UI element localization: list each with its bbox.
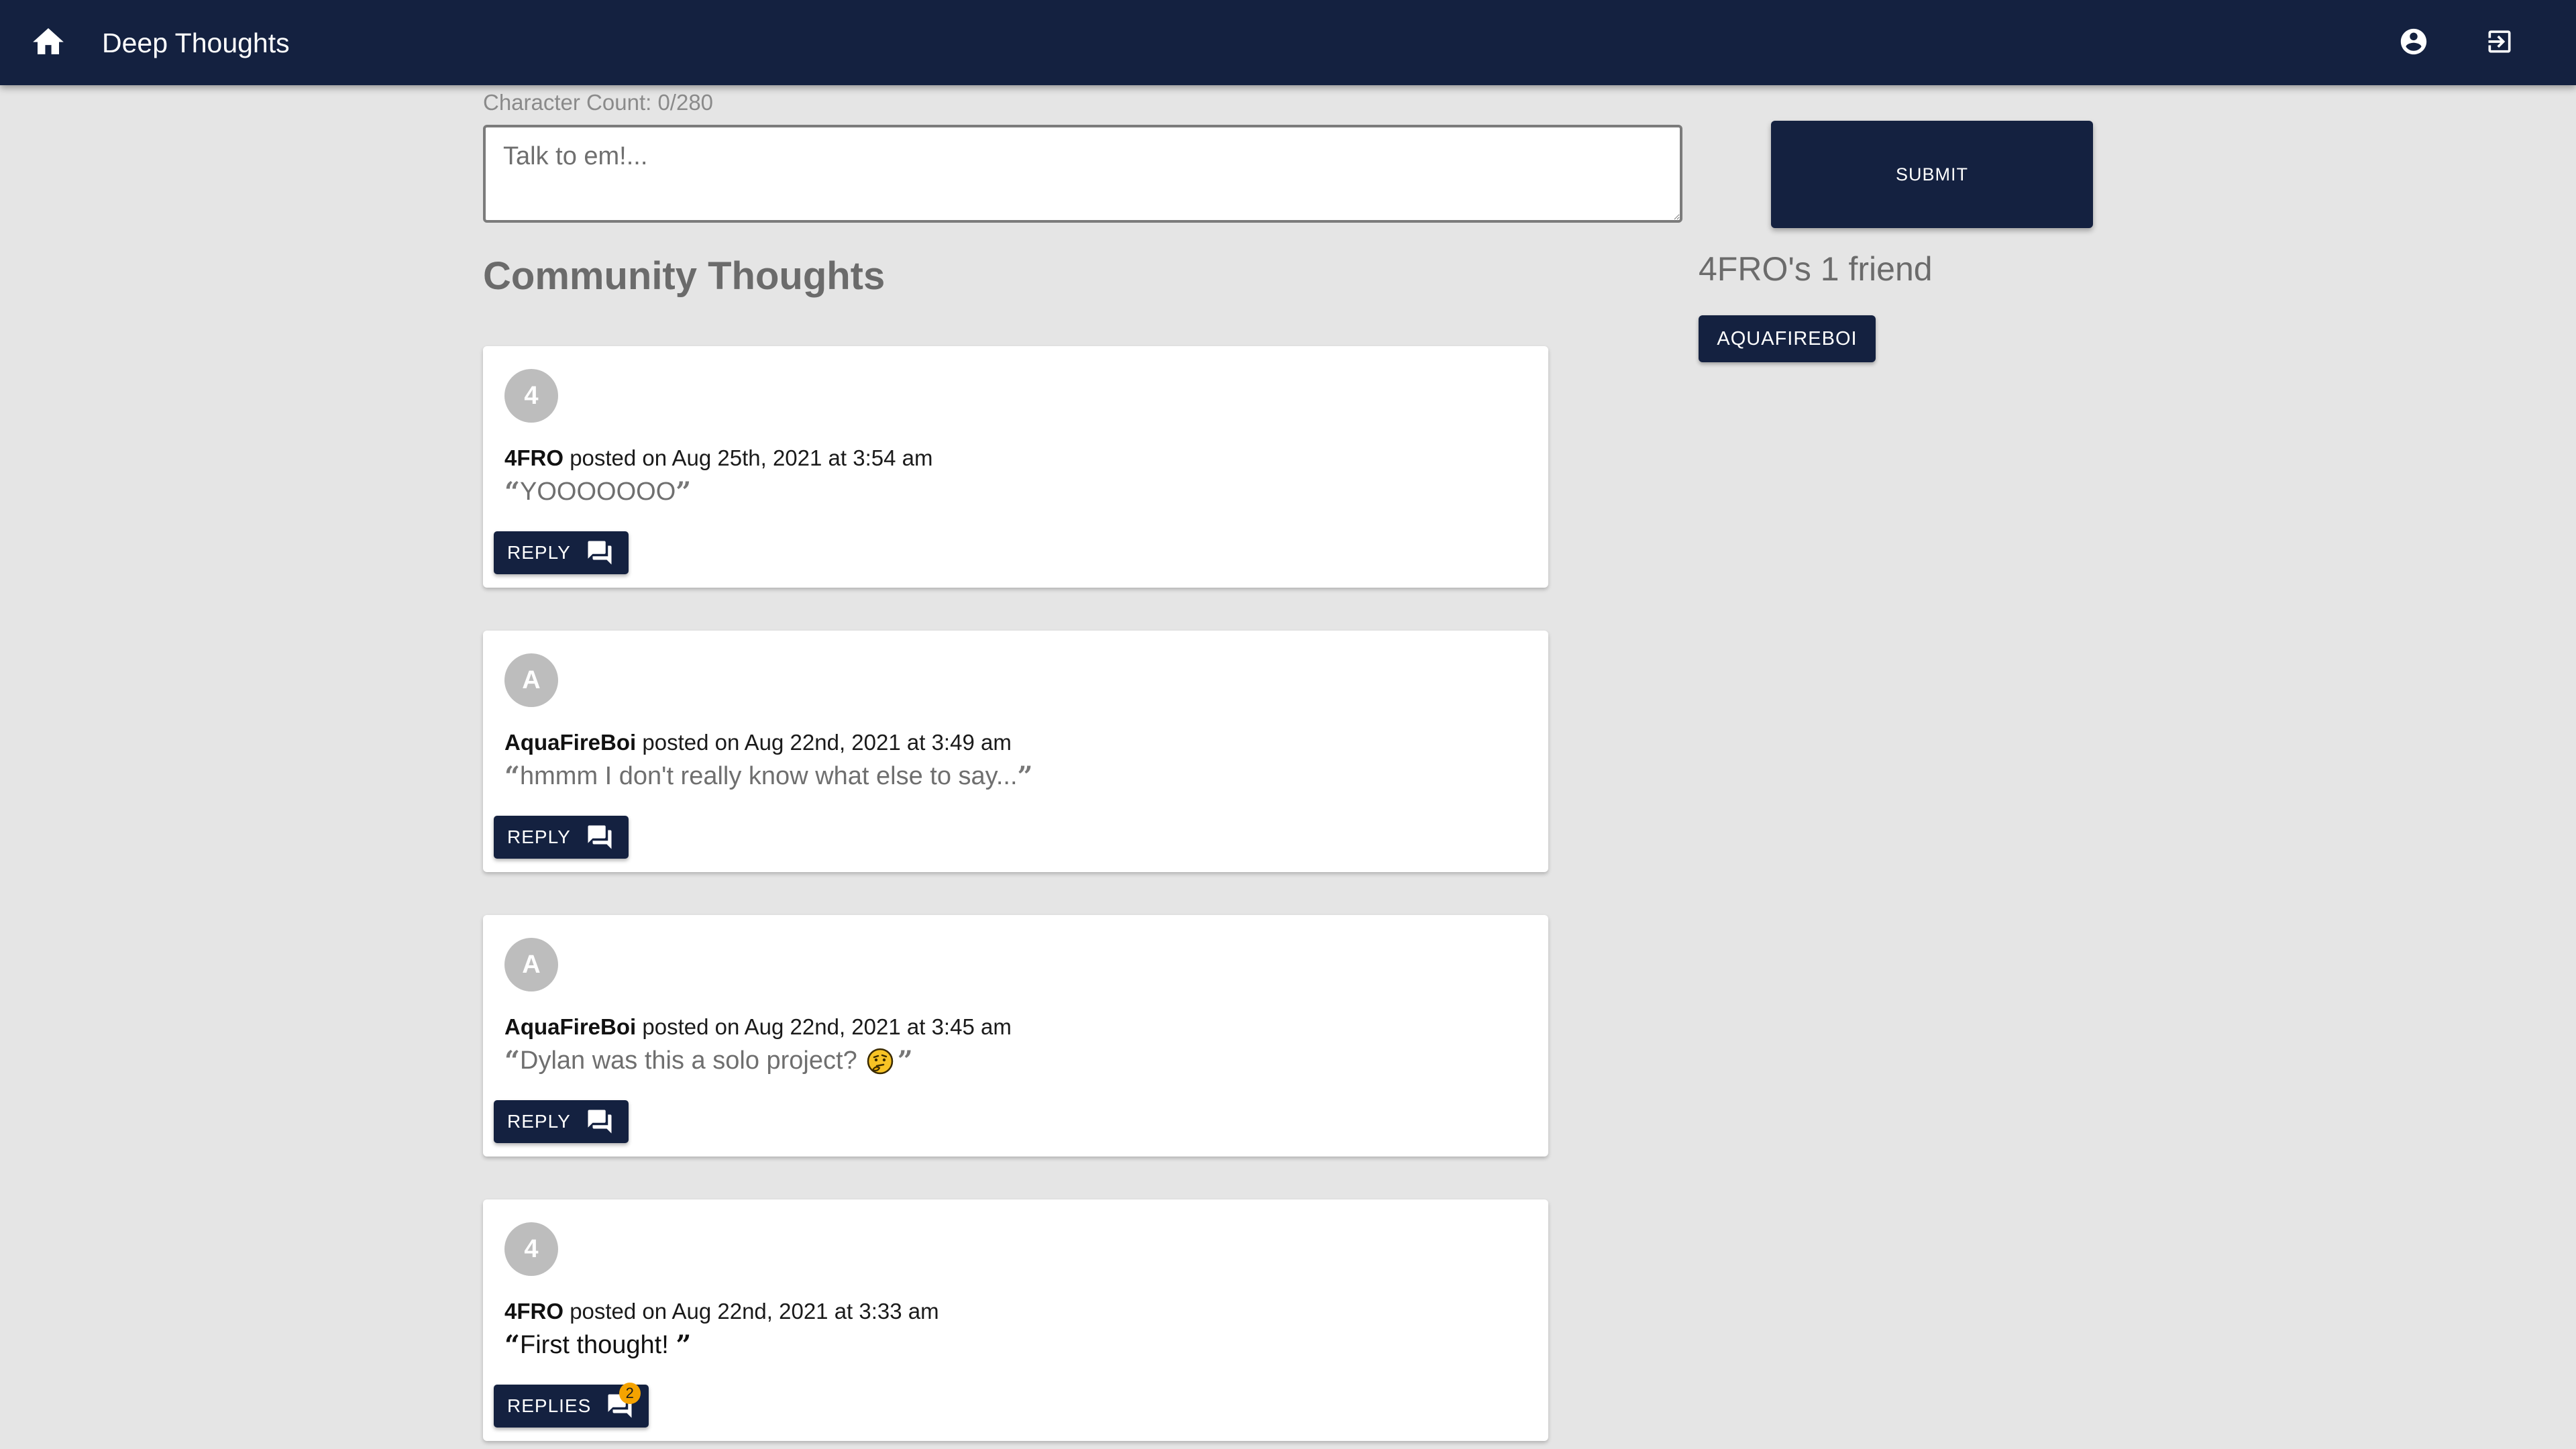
forum-icon-wrap (584, 822, 615, 853)
forum-icon (588, 541, 612, 565)
thought-meta: AquaFireBoi posted on Aug 22nd, 2021 at … (504, 730, 1012, 755)
reply-button-label: REPLY (507, 1111, 571, 1132)
thought-date: posted on Aug 22nd, 2021 at 3:45 am (642, 1014, 1012, 1039)
feed-title: Community Thoughts (483, 254, 885, 298)
account-circle-icon (2400, 28, 2427, 55)
thought-date: posted on Aug 22nd, 2021 at 3:49 am (642, 730, 1012, 755)
thought-author[interactable]: 4FRO (504, 445, 564, 470)
home-button[interactable] (30, 23, 67, 60)
reply-button[interactable]: REPLY (494, 531, 629, 574)
thought-author[interactable]: AquaFireBoi (504, 730, 636, 755)
forum-icon-wrap (584, 537, 615, 568)
open-quote-icon: “ (504, 1329, 521, 1361)
friends-title: 4FRO's 1 friend (1699, 250, 1933, 288)
friend-button-aquafireboi[interactable]: AQUAFIREBOI (1699, 315, 1876, 362)
forum-icon-wrap: 2 (604, 1383, 641, 1421)
reply-button[interactable]: REPLY (494, 816, 629, 859)
forum-icon (588, 825, 612, 849)
avatar: A (504, 653, 558, 707)
thought-date: posted on Aug 25th, 2021 at 3:54 am (570, 445, 933, 470)
thought-meta: AquaFireBoi posted on Aug 22nd, 2021 at … (504, 1014, 1012, 1040)
thought-card: A AquaFireBoi posted on Aug 22nd, 2021 a… (483, 915, 1548, 1157)
close-quote-icon: ” (1017, 760, 1033, 792)
thought-card: 4 4FRO posted on Aug 22nd, 2021 at 3:33 … (483, 1199, 1548, 1441)
thought-text: “ YOOOOOOO ” (504, 478, 691, 506)
thought-author[interactable]: AquaFireBoi (504, 1014, 636, 1039)
avatar: 4 (504, 369, 558, 423)
app-title[interactable]: Deep Thoughts (102, 24, 290, 62)
logout-icon (2488, 30, 2511, 53)
thinking-face-emoji (867, 1048, 893, 1074)
replies-button[interactable]: REPLIES 2 (494, 1383, 649, 1428)
thought-card: A AquaFireBoi posted on Aug 22nd, 2021 a… (483, 631, 1548, 872)
submit-button[interactable]: SUBMIT (1771, 121, 2093, 228)
thought-author[interactable]: 4FRO (504, 1299, 564, 1324)
logout-button[interactable] (2481, 23, 2518, 60)
reply-button[interactable]: REPLY (494, 1100, 629, 1143)
app-bar: Deep Thoughts (0, 0, 2576, 85)
close-quote-icon: ” (676, 1329, 692, 1361)
thought-text-content: hmmm I don't really know what else to sa… (520, 762, 1018, 790)
home-icon (33, 28, 64, 54)
reply-button-label: REPLY (507, 542, 571, 563)
replies-button-label: REPLIES (507, 1395, 592, 1416)
close-quote-icon: ” (897, 1044, 913, 1077)
open-quote-icon: “ (504, 1044, 521, 1077)
forum-icon-wrap (584, 1106, 615, 1137)
thought-text: “ First thought! ” (504, 1331, 691, 1360)
avatar: A (504, 938, 558, 991)
reply-count-badge: 2 (619, 1383, 641, 1404)
avatar: 4 (504, 1222, 558, 1276)
thought-text-content: Dylan was this a solo project? (520, 1046, 857, 1075)
thought-meta: 4FRO posted on Aug 22nd, 2021 at 3:33 am (504, 1299, 939, 1324)
open-quote-icon: “ (504, 760, 521, 792)
profile-button[interactable] (2395, 23, 2432, 60)
thought-text: “ Dylan was this a solo project? ” (504, 1046, 913, 1075)
thought-card: 4 4FRO posted on Aug 25th, 2021 at 3:54 … (483, 346, 1548, 588)
forum-icon (588, 1110, 612, 1134)
thought-input[interactable] (483, 125, 1682, 223)
open-quote-icon: “ (504, 476, 521, 508)
thought-meta: 4FRO posted on Aug 25th, 2021 at 3:54 am (504, 445, 932, 471)
thought-text-content: First thought! (520, 1331, 676, 1359)
character-count: Character Count: 0/280 (483, 90, 714, 115)
thought-text: “ hmmm I don't really know what else to … (504, 762, 1033, 791)
thought-text-content: YOOOOOOO (520, 478, 676, 506)
reply-button-label: REPLY (507, 826, 571, 847)
thought-date: posted on Aug 22nd, 2021 at 3:33 am (570, 1299, 939, 1324)
close-quote-icon: ” (676, 476, 692, 508)
